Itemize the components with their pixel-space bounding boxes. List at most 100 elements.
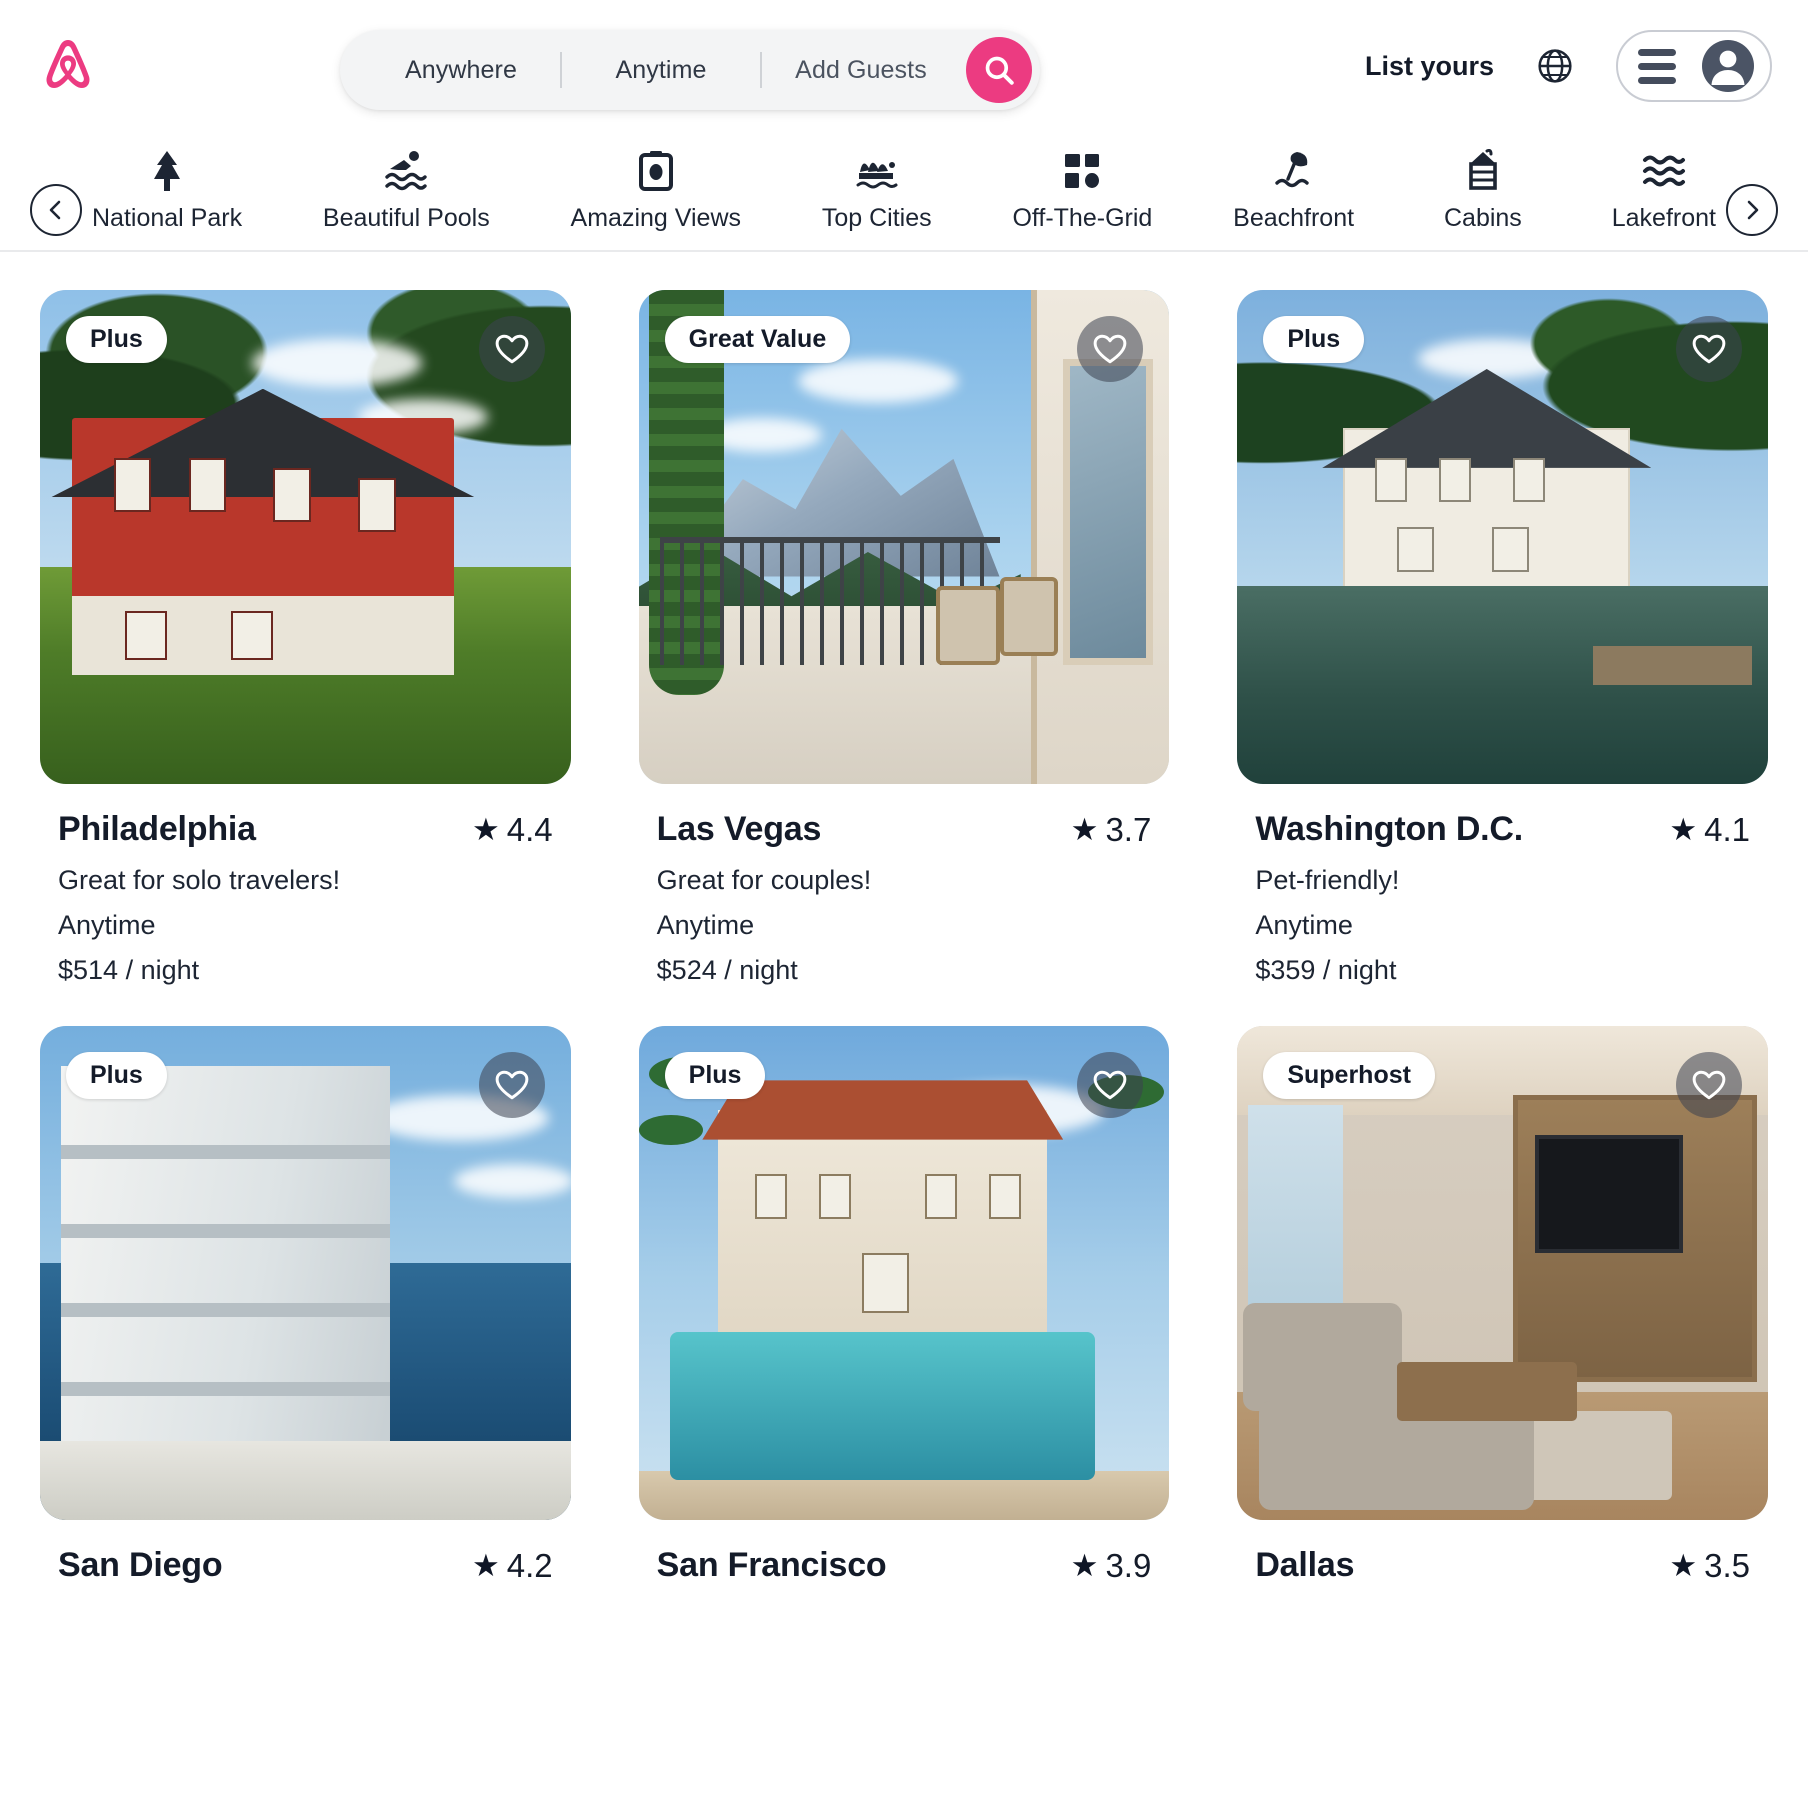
listing-card[interactable]: Plus Philadelphia ★ 4.4 Great for solo t… bbox=[40, 290, 571, 986]
listing-title-row: San Francisco ★ 3.9 bbox=[657, 1546, 1152, 1585]
listing-photo[interactable]: Plus bbox=[40, 290, 571, 784]
listing-price: $524 / night bbox=[656, 955, 798, 985]
heart-outline-icon bbox=[1692, 1070, 1726, 1100]
search-bar[interactable]: Anywhere Anytime Add Guests bbox=[340, 30, 1040, 110]
search-guests-field[interactable]: Add Guests bbox=[762, 56, 960, 85]
listing-title: Philadelphia bbox=[58, 810, 256, 848]
listings-grid: Plus Philadelphia ★ 4.4 Great for solo t… bbox=[0, 252, 1808, 1585]
listing-rating: ★ 3.5 bbox=[1669, 1547, 1750, 1585]
listing-card[interactable]: Plus Washington D.C. ★ 4.1 Pet-friendly!… bbox=[1237, 290, 1768, 986]
star-icon: ★ bbox=[1070, 1548, 1099, 1583]
listing-card[interactable]: Plus San Diego ★ 4.2 bbox=[40, 1026, 571, 1585]
user-menu-button[interactable] bbox=[1616, 30, 1772, 102]
rating-value: 3.9 bbox=[1105, 1546, 1152, 1584]
listing-title: Dallas bbox=[1255, 1546, 1355, 1584]
listing-subtitle: Great for solo travelers! bbox=[58, 865, 341, 895]
globe-icon[interactable] bbox=[1532, 43, 1578, 89]
category-label: Top Cities bbox=[821, 204, 932, 232]
listing-availability: Anytime bbox=[1255, 910, 1353, 940]
category-label: Off-The-Grid bbox=[1012, 204, 1153, 232]
category-item-beautiful-pools[interactable]: Beautiful Pools bbox=[323, 148, 490, 233]
listing-card[interactable]: Plus San Francisco ★ 3.9 bbox=[638, 1026, 1170, 1585]
beach-umbrella-icon bbox=[1273, 148, 1315, 194]
star-icon: ★ bbox=[1669, 812, 1698, 847]
camera-icon bbox=[636, 148, 676, 194]
search-destination-field[interactable]: Anywhere bbox=[362, 56, 560, 85]
chevron-left-icon bbox=[49, 200, 61, 220]
listing-photo[interactable]: Plus bbox=[638, 1026, 1170, 1520]
category-label: Cabins bbox=[1443, 204, 1522, 232]
favorite-heart-button[interactable] bbox=[1676, 1052, 1742, 1118]
listing-title: Las Vegas bbox=[656, 810, 822, 848]
listing-title-row: Philadelphia ★ 4.4 bbox=[58, 810, 553, 849]
listing-photo[interactable]: Superhost bbox=[1237, 1026, 1768, 1520]
favorite-heart-button[interactable] bbox=[478, 1052, 545, 1118]
listing-rating: ★ 4.2 bbox=[472, 1547, 553, 1585]
listing-card[interactable]: Great Value Las Vegas ★ 3.7 Great for co… bbox=[638, 290, 1170, 986]
star-icon: ★ bbox=[471, 1548, 500, 1583]
header-right-controls: List yours bbox=[1365, 30, 1772, 102]
rating-value: 4.2 bbox=[506, 1546, 553, 1584]
categories-next-button[interactable] bbox=[1726, 184, 1778, 236]
listing-title-row: Washington D.C. ★ 4.1 bbox=[1255, 810, 1750, 849]
listing-title-row: San Diego ★ 4.2 bbox=[58, 1546, 553, 1585]
swimmer-waves-icon bbox=[384, 148, 428, 194]
listing-details: Washington D.C. ★ 4.1 Pet-friendly! Anyt… bbox=[1237, 784, 1768, 986]
favorite-heart-button[interactable] bbox=[1676, 316, 1742, 382]
site-header: Anywhere Anytime Add Guests List yours bbox=[0, 0, 1808, 132]
listing-badge: Superhost bbox=[1263, 1052, 1435, 1099]
listing-card[interactable]: Superhost Dallas ★ 3.5 bbox=[1237, 1026, 1768, 1585]
listing-rating: ★ 3.7 bbox=[1071, 811, 1152, 849]
rating-value: 4.1 bbox=[1704, 810, 1750, 848]
category-item-national-park[interactable]: National Park bbox=[92, 148, 242, 233]
listing-badge: Plus bbox=[66, 1052, 167, 1099]
heart-outline-icon bbox=[495, 334, 529, 364]
chevron-right-icon bbox=[1747, 200, 1759, 220]
listing-availability: Anytime bbox=[58, 910, 156, 940]
listing-price: $359 / night bbox=[1255, 955, 1397, 985]
heart-outline-icon bbox=[1692, 334, 1726, 364]
listing-badge: Great Value bbox=[664, 316, 851, 363]
listing-photo[interactable]: Plus bbox=[1237, 290, 1768, 784]
user-avatar-icon bbox=[1702, 40, 1754, 92]
category-item-cabins[interactable]: Cabins bbox=[1435, 148, 1531, 233]
listing-photo[interactable]: Plus bbox=[40, 1026, 571, 1520]
rating-value: 3.5 bbox=[1704, 1546, 1750, 1584]
category-item-lakefront[interactable]: Lakefront bbox=[1612, 148, 1716, 233]
category-list: National Park Beautiful Pools Amazing Vi… bbox=[92, 132, 1716, 250]
category-label: Lakefront bbox=[1611, 204, 1716, 232]
cabin-house-icon bbox=[1463, 148, 1503, 194]
star-icon: ★ bbox=[471, 812, 500, 847]
listing-title: San Francisco bbox=[656, 1546, 887, 1584]
listing-rating: ★ 4.4 bbox=[472, 811, 553, 849]
search-submit-button[interactable] bbox=[966, 37, 1032, 103]
categories-prev-button[interactable] bbox=[30, 184, 82, 236]
favorite-heart-button[interactable] bbox=[1077, 1052, 1144, 1118]
heart-outline-icon bbox=[1093, 1070, 1127, 1100]
star-icon: ★ bbox=[1669, 1548, 1698, 1583]
list-yours-link[interactable]: List yours bbox=[1365, 51, 1494, 82]
category-label: Beautiful Pools bbox=[322, 204, 490, 232]
favorite-heart-button[interactable] bbox=[478, 316, 545, 382]
rating-value: 4.4 bbox=[506, 810, 553, 848]
listing-subtitle: Pet-friendly! bbox=[1255, 865, 1400, 895]
airbnb-logo-icon[interactable] bbox=[36, 30, 100, 102]
search-dates-field[interactable]: Anytime bbox=[562, 56, 760, 85]
listing-price: $514 / night bbox=[58, 955, 200, 985]
category-label: Beachfront bbox=[1233, 204, 1355, 232]
listing-title: Washington D.C. bbox=[1255, 810, 1524, 848]
pine-tree-icon bbox=[146, 148, 188, 194]
category-item-off-the-grid[interactable]: Off-The-Grid bbox=[1012, 148, 1152, 233]
category-item-top-cities[interactable]: Top Cities bbox=[822, 148, 932, 233]
listing-photo[interactable]: Great Value bbox=[638, 290, 1170, 784]
category-item-amazing-views[interactable]: Amazing Views bbox=[571, 148, 741, 233]
listing-details: Las Vegas ★ 3.7 Great for couples! Anyti… bbox=[639, 784, 1170, 986]
star-icon: ★ bbox=[1070, 812, 1099, 847]
listing-title: San Diego bbox=[58, 1546, 223, 1584]
category-item-beachfront[interactable]: Beachfront bbox=[1233, 148, 1354, 233]
category-label: National Park bbox=[92, 204, 243, 232]
favorite-heart-button[interactable] bbox=[1077, 316, 1144, 382]
grid-blocks-icon bbox=[1062, 148, 1102, 194]
category-filter-bar: National Park Beautiful Pools Amazing Vi… bbox=[0, 132, 1808, 252]
listing-details: San Diego ★ 4.2 bbox=[40, 1520, 571, 1585]
